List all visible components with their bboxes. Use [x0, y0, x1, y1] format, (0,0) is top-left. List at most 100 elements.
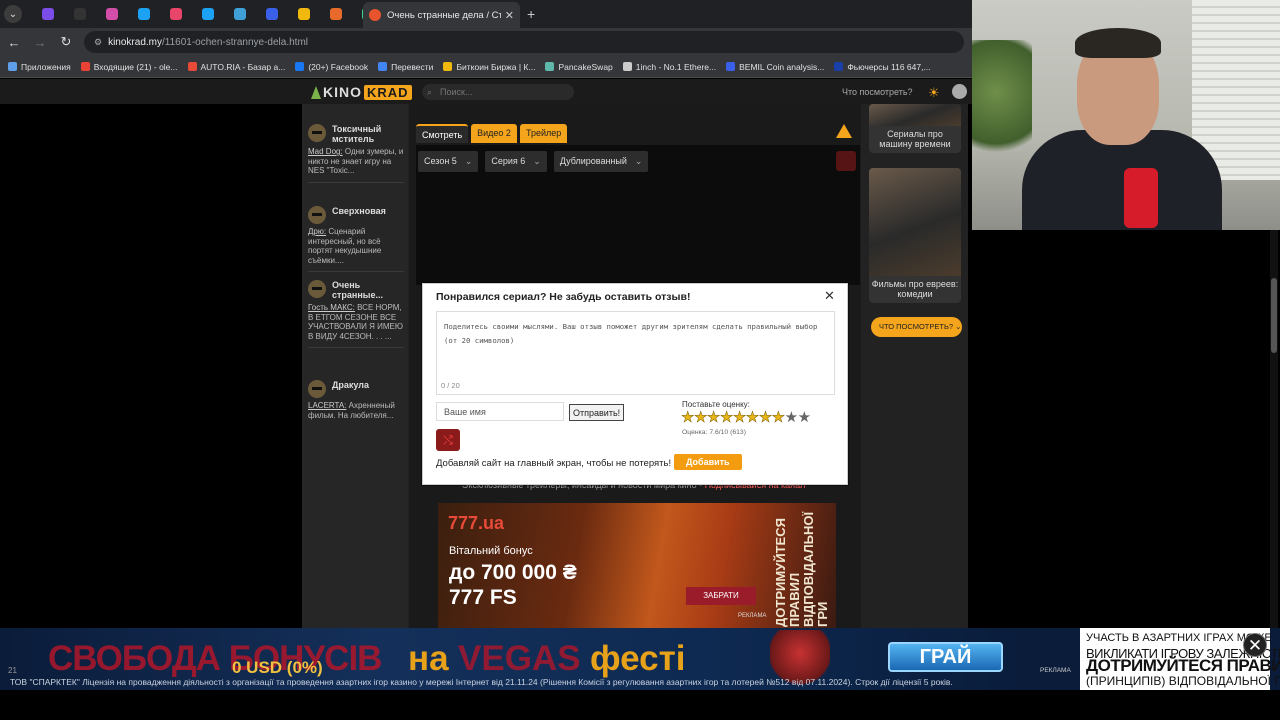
- tab-close-icon[interactable]: ✕: [505, 9, 514, 22]
- pinned-tab-icon[interactable]: [170, 8, 182, 20]
- site-info-icon[interactable]: ⚙: [94, 37, 102, 48]
- home-screen-text: Добавляй сайт на главный экран, чтобы не…: [436, 458, 672, 469]
- bookmark-item[interactable]: (20+) Facebook: [295, 62, 368, 72]
- pinned-tab-icon[interactable]: [42, 8, 54, 20]
- url-path: /11601-ochen-strannye-dela.html: [161, 36, 308, 48]
- rating-star-icon[interactable]: ★: [758, 410, 772, 426]
- rail-card[interactable]: Сериалы про машину времени: [869, 104, 961, 153]
- name-input[interactable]: [436, 402, 564, 421]
- tab-trailer[interactable]: Трейлер: [519, 124, 568, 143]
- bookmark-item[interactable]: Перевести: [378, 62, 433, 72]
- bottom-banner-ad[interactable]: СВОБОДА БОНУСІВ на VEGAS фесті 0 USD (0%…: [0, 628, 1280, 690]
- what-to-watch-link[interactable]: Что посмотреть?: [842, 87, 913, 97]
- rg-line-4: (ПРИНЦИПІВ) ВІДПОВІДАЛЬНОЇ ГРИ.: [1086, 674, 1280, 688]
- review-textarea[interactable]: [436, 311, 835, 395]
- rating-label: Поставьте оценку:: [682, 400, 750, 409]
- comment-author[interactable]: Гость МАКС:: [308, 303, 355, 312]
- rating-star-icon[interactable]: ★: [681, 410, 695, 426]
- rating-star-icon[interactable]: ★: [746, 410, 760, 426]
- pinned-tab-icon[interactable]: [330, 8, 342, 20]
- bookmark-item[interactable]: Приложения: [8, 62, 71, 72]
- webcam-person-body: [1022, 130, 1222, 230]
- rating-star-icon[interactable]: ★: [707, 410, 721, 426]
- comment-title[interactable]: Токсичный мститель: [332, 124, 404, 144]
- warning-icon[interactable]: [836, 124, 852, 138]
- browser-toolbar: ← → ↻ ⚙ kinokrad.my/11601-ochen-strannye…: [0, 28, 972, 56]
- season-select[interactable]: Сезон 5 ⌄: [418, 151, 479, 172]
- pinned-tab-icon[interactable]: [138, 8, 150, 20]
- ad-cta-button[interactable]: ЗАБРАТИ: [686, 587, 756, 605]
- close-icon[interactable]: ✕: [1243, 633, 1267, 657]
- comment-item[interactable]: Сверхновая Дрю: Сценарий интересный, но …: [308, 206, 404, 272]
- theme-sun-icon[interactable]: ☀: [928, 85, 940, 101]
- tab-watch[interactable]: Смотреть: [416, 124, 469, 143]
- comment-item[interactable]: Токсичный мститель Mad Dog: Одни зумеры,…: [308, 124, 404, 183]
- comment-author[interactable]: Mad Dog:: [308, 147, 343, 156]
- voice-select[interactable]: Дублированный ⌄: [553, 151, 649, 172]
- rating-star-icon[interactable]: ★: [771, 410, 785, 426]
- rating-star-icon[interactable]: ★: [694, 410, 708, 426]
- back-icon[interactable]: ←: [2, 35, 26, 50]
- bookmark-item[interactable]: 1inch - No.1 Ethere...: [622, 61, 717, 72]
- bookmark-label: 1inch - No.1 Ethere...: [635, 61, 717, 72]
- rating-star-icon[interactable]: ★: [785, 410, 798, 425]
- microphone-icon: [1124, 168, 1158, 228]
- what-to-watch-button[interactable]: ЧТО ПОСМОТРЕТЬ? ⌄: [871, 317, 962, 337]
- bookmark-item[interactable]: Входящие (21) - ole...: [80, 62, 178, 72]
- rating-star-icon[interactable]: ★: [798, 410, 811, 425]
- rating-star-icon[interactable]: ★: [733, 410, 747, 426]
- reload-icon[interactable]: ↻: [54, 34, 78, 50]
- bookmark-item[interactable]: AUTO.RIA - Базар а...: [187, 62, 285, 72]
- player-tabs: Смотреть Видео 2 Трейлер: [416, 124, 570, 143]
- webcam-overlay: [972, 0, 1280, 230]
- bookmark-icon: [622, 62, 632, 71]
- active-browser-tab[interactable]: Очень странные дела / Стран ✕: [363, 2, 520, 28]
- banner-word-na: на: [408, 639, 449, 678]
- site-logo[interactable]: KINO KRAD: [311, 83, 412, 101]
- new-tab-icon[interactable]: +: [527, 6, 535, 22]
- casino-ad[interactable]: 777.ua Вітальний бонус до 700 000 ₴ 777 …: [438, 503, 836, 630]
- add-button[interactable]: Добавить: [674, 454, 742, 470]
- rating-star-icon[interactable]: ★: [720, 410, 734, 426]
- comment-item[interactable]: Дракула LACERTA: Ахренненый фильм. На лю…: [308, 380, 404, 420]
- pinned-tab-icon[interactable]: [266, 8, 278, 20]
- scrollbar-thumb[interactable]: [1271, 278, 1277, 353]
- banner-play-button[interactable]: ГРАЙ: [888, 642, 1003, 672]
- comment-author[interactable]: LACERTA:: [308, 401, 346, 410]
- char-counter: 0 / 20: [441, 381, 460, 390]
- bookmarks-bar: Приложения Входящие (21) - ole... AUTO.RIA…: [0, 56, 972, 78]
- rail-card[interactable]: Фильмы про евреев: комедии: [869, 168, 961, 303]
- comment-title[interactable]: Очень странные...: [332, 280, 404, 300]
- pinned-tab-icon[interactable]: [106, 8, 118, 20]
- bookmark-icon: [8, 62, 17, 71]
- comment-title[interactable]: Дракула: [332, 380, 369, 390]
- bookmark-item[interactable]: Фьючерсы 116 647,...: [834, 62, 931, 72]
- share-icon[interactable]: [836, 151, 856, 171]
- address-bar[interactable]: ⚙ kinokrad.my/11601-ochen-strannye-dela.…: [84, 31, 964, 53]
- chevron-down-icon: ⌄: [533, 156, 541, 166]
- tab-search-icon[interactable]: ⌄: [4, 5, 22, 23]
- bookmark-item[interactable]: PancakeSwap: [545, 62, 613, 72]
- pinned-tab-icon[interactable]: [74, 8, 86, 20]
- user-avatar-icon[interactable]: [952, 84, 967, 99]
- site-search-input[interactable]: Поиск...: [422, 84, 574, 100]
- banner-license-text: ТОВ "СПАРКТЕК" Ліцензія на провадження д…: [10, 677, 953, 687]
- tab-video-2[interactable]: Видео 2: [471, 124, 517, 143]
- comment-item[interactable]: Очень странные... Гость МАКС: ВСЕ НОРМ, …: [308, 280, 404, 348]
- banner-vegas: VEGAS: [458, 639, 581, 678]
- bookmark-item[interactable]: Биткоин Биржа | К...: [443, 62, 535, 72]
- pinned-tab-icon[interactable]: [234, 8, 246, 20]
- banner-usd-overlay: 0 USD (0%): [232, 658, 323, 677]
- forward-icon[interactable]: →: [28, 35, 52, 50]
- bookmark-label: (20+) Facebook: [308, 61, 369, 72]
- bookmark-icon: [187, 62, 197, 71]
- comment-title[interactable]: Сверхновая: [332, 206, 386, 216]
- comment-author[interactable]: Дрю:: [308, 227, 326, 236]
- episode-select[interactable]: Серия 6 ⌄: [485, 151, 547, 172]
- send-button[interactable]: Отправить!: [569, 404, 625, 421]
- share-button[interactable]: ⤭: [436, 429, 460, 451]
- pinned-tab-icon[interactable]: [202, 8, 214, 20]
- bookmark-item[interactable]: BEMIL Coin analysis...: [726, 62, 824, 72]
- pinned-tab-icon[interactable]: [298, 8, 310, 20]
- page-scrollbar[interactable]: [1270, 230, 1278, 690]
